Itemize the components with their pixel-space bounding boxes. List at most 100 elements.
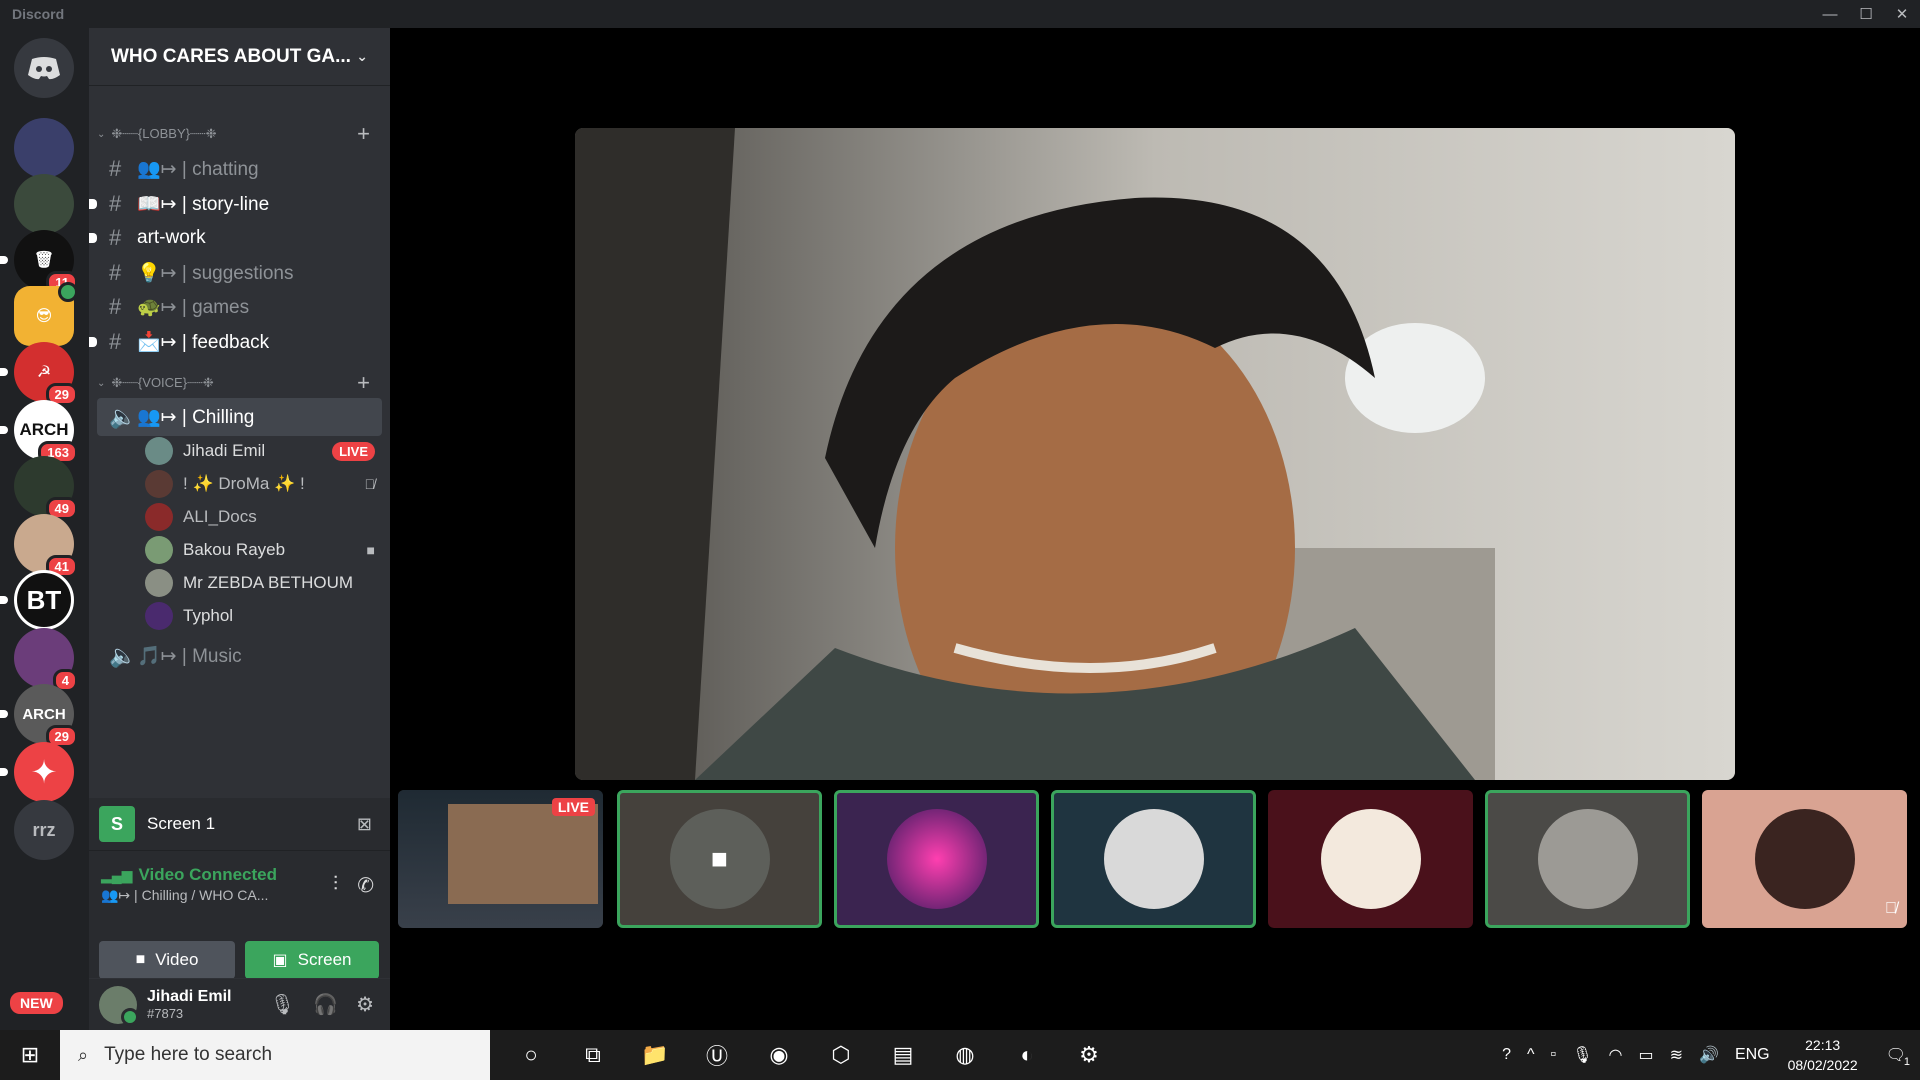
chrome-icon[interactable]: ◍ xyxy=(934,1030,996,1080)
voice-user[interactable]: Typhol xyxy=(145,598,375,634)
maximize-button[interactable]: ☐ xyxy=(1848,0,1884,28)
voice-user[interactable]: ALI_Docs xyxy=(145,499,375,535)
server-icon[interactable]: 49 xyxy=(14,456,78,520)
user-panel: Jihadi Emil #7873 🎙 🎧 ⚙ xyxy=(89,978,390,1030)
channel-art-work[interactable]: # art-work xyxy=(89,219,382,257)
participant-tile[interactable]: ■ xyxy=(617,790,822,928)
disconnect-icon[interactable]: ✆ xyxy=(357,873,374,898)
server-icon[interactable]: 41 xyxy=(14,514,78,578)
chevron-down-icon: ⌄ xyxy=(356,48,368,64)
gear-icon[interactable]: ⚙ xyxy=(356,992,374,1017)
server-icon[interactable]: ☭ 29 xyxy=(0,342,78,406)
network-icon[interactable]: ◠ xyxy=(1609,1045,1623,1065)
close-button[interactable]: ✕ xyxy=(1884,0,1920,28)
upwork-icon[interactable]: Ⓤ xyxy=(686,1030,748,1080)
settings-gear-icon[interactable]: ⚙ xyxy=(1058,1030,1120,1080)
channel-name: 🐢↦ | games xyxy=(137,297,250,318)
server-icon[interactable]: rrz xyxy=(14,800,74,860)
home-button[interactable] xyxy=(14,38,74,98)
task-view-icon[interactable]: ⧉ xyxy=(562,1030,624,1080)
participant-tile[interactable] xyxy=(1051,790,1256,928)
mic-muted-icon: 🎙̸ xyxy=(364,476,376,492)
participant-tile[interactable] xyxy=(1485,790,1690,928)
minimize-button[interactable]: — xyxy=(1812,0,1848,28)
server-icon[interactable]: 😎 xyxy=(14,282,78,346)
user-controls: 🎙 🎧 ⚙ xyxy=(270,992,374,1017)
wifi-icon[interactable]: ≋ xyxy=(1670,1045,1683,1065)
voice-user[interactable]: Jihadi Emil LIVE xyxy=(145,433,375,469)
voice-channel-chilling[interactable]: 🔈 👥↦ | Chilling xyxy=(97,398,382,436)
voice-user-name: ALI_Docs xyxy=(183,507,257,526)
voice-user[interactable]: Mr ZEBDA BETHOUM xyxy=(145,565,375,601)
channel-suggestions[interactable]: # 💡↦ | suggestions xyxy=(97,254,382,292)
voice-user[interactable]: ! ✨ DroMa ✨ ! 🎙̸ xyxy=(145,466,375,502)
headphones-icon[interactable]: 🎧 xyxy=(313,992,338,1017)
taskbar-search[interactable]: ⌕ Type here to search xyxy=(60,1030,490,1080)
language-indicator[interactable]: ENG xyxy=(1735,1046,1770,1064)
discord-taskbar-icon[interactable]: ◉ xyxy=(748,1030,810,1080)
server-icon[interactable]: ✦ xyxy=(0,742,74,802)
microphone-icon[interactable]: 🎙 xyxy=(1572,1045,1592,1065)
server-icon[interactable] xyxy=(14,118,74,178)
stream-tile[interactable]: LIVE xyxy=(398,790,603,928)
avatar xyxy=(886,809,987,909)
edge-icon[interactable]: ◐ xyxy=(996,1030,1058,1080)
server-icon[interactable]: BT xyxy=(0,570,74,630)
username: Jihadi Emil xyxy=(147,988,232,1005)
screen-share-button[interactable]: ▣ Screen xyxy=(245,941,379,979)
video-indicator-icon xyxy=(58,282,78,302)
avatar xyxy=(1320,809,1421,909)
server-icon[interactable] xyxy=(14,174,74,234)
camera-icon[interactable]: ▫ xyxy=(1551,1046,1557,1064)
guild-name: WHO CARES ABOUT GA... xyxy=(111,45,351,67)
voice-connection-panel: ▂▄▆ Video Connected 👥↦ | Chilling / WHO … xyxy=(89,850,390,979)
server-icon[interactable]: ARCH 163 xyxy=(0,400,78,464)
server-icon[interactable]: ARCH 29 xyxy=(0,684,78,748)
help-icon[interactable]: ? xyxy=(1502,1046,1511,1064)
server-icon[interactable]: 4 xyxy=(14,628,78,692)
channel-story-line[interactable]: # 📖↦ | story-line xyxy=(89,185,382,223)
guild-header[interactable]: WHO CARES ABOUT GA... ⌄ xyxy=(89,28,390,86)
channel-feedback[interactable]: # 📩↦ | feedback xyxy=(89,323,382,361)
connection-status[interactable]: ▂▄▆ Video Connected xyxy=(101,865,277,885)
avatar xyxy=(1537,809,1638,909)
create-channel-icon[interactable]: + xyxy=(357,370,370,396)
virtualbox-icon[interactable]: ⬡ xyxy=(810,1030,872,1080)
voice-channel-music[interactable]: 🔈 🎵↦ | Music xyxy=(97,637,382,675)
battery-icon[interactable]: ▭ xyxy=(1638,1045,1653,1065)
participant-tile[interactable] xyxy=(1268,790,1473,928)
video-button[interactable]: ■ Video xyxy=(99,941,235,979)
unread-pip xyxy=(89,337,97,347)
sublime-icon[interactable]: ▤ xyxy=(872,1030,934,1080)
create-channel-icon[interactable]: + xyxy=(357,121,370,147)
avatar[interactable] xyxy=(99,985,139,1026)
windows-start-icon[interactable]: ⊞ xyxy=(0,1030,60,1080)
system-tray: ? ^ ▫ 🎙 ◠ ▭ ≋ 🔊 ENG 22:13 08/02/2022 🗨 1 xyxy=(1494,1030,1920,1080)
focused-video-feed[interactable] xyxy=(575,128,1735,780)
participant-tile[interactable]: 🎙̸ xyxy=(1702,790,1907,928)
noise-suppression-icon[interactable]: ⫶ xyxy=(333,873,338,896)
channel-name: art-work xyxy=(137,227,206,248)
channel-games[interactable]: # 🐢↦ | games xyxy=(97,288,382,326)
voice-user[interactable]: Bakou Rayeb ■ xyxy=(145,532,375,568)
new-badge: NEW xyxy=(10,992,63,1014)
avatar xyxy=(145,503,173,531)
volume-icon[interactable]: 🔊 xyxy=(1699,1045,1719,1065)
channel-chatting[interactable]: # 👥↦ | chatting xyxy=(97,150,382,188)
server-icon[interactable]: 🗑 11 xyxy=(0,230,78,294)
channel-sidebar: WHO CARES ABOUT GA... ⌄ ⌄ ❉┈┈{LOBBY}┈┈❉ … xyxy=(89,28,390,1030)
clock[interactable]: 22:13 08/02/2022 xyxy=(1788,1035,1858,1075)
cortana-icon[interactable]: ○ xyxy=(500,1030,562,1080)
category-lobby[interactable]: ⌄ ❉┈┈{LOBBY}┈┈❉ + xyxy=(89,121,390,147)
category-voice[interactable]: ⌄ ❉┈┈{VOICE}┈┈❉ + xyxy=(89,370,390,396)
participant-tile[interactable] xyxy=(834,790,1039,928)
avatar xyxy=(1103,809,1204,909)
webcam-frame-image xyxy=(575,128,1735,780)
user-info[interactable]: Jihadi Emil #7873 xyxy=(147,988,231,1021)
microphone-icon[interactable]: 🎙 xyxy=(270,992,295,1017)
file-explorer-icon[interactable]: 📁 xyxy=(624,1030,686,1080)
close-stream-icon[interactable]: ⊠ xyxy=(357,814,372,835)
window-controls: — ☐ ✕ xyxy=(1812,0,1920,28)
chevron-up-icon[interactable]: ^ xyxy=(1527,1046,1535,1064)
connection-channel[interactable]: 👥↦ | Chilling / WHO CA... xyxy=(101,887,268,904)
